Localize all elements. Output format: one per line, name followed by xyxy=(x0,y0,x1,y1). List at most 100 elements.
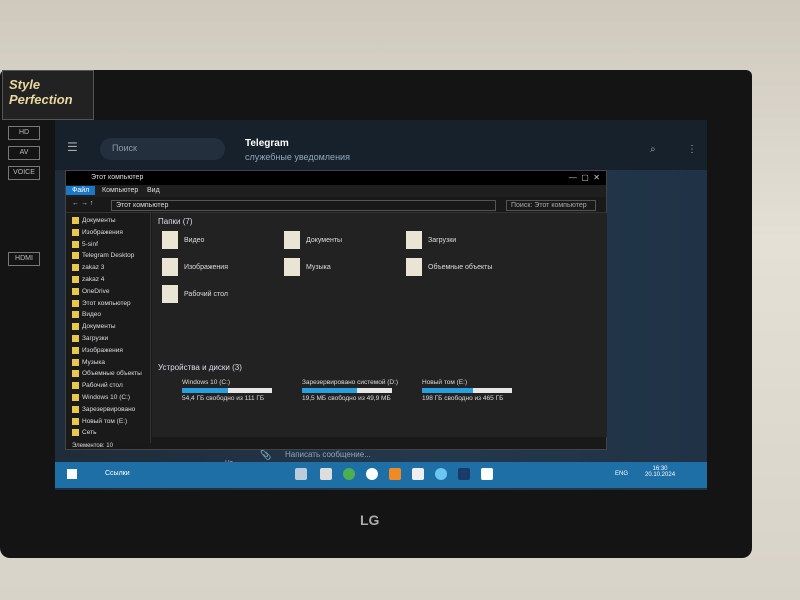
telegram-header: ☰ Поиск Telegram служебные уведомления ⌕… xyxy=(55,120,707,170)
nav-item[interactable]: Документы xyxy=(72,217,116,224)
navigation-pane: Документы Изображения 5-sinf Telegram Deskt… xyxy=(66,213,151,443)
search-icon[interactable]: ⌕ xyxy=(650,144,656,155)
drive-usage-bar xyxy=(302,388,392,393)
nav-item[interactable]: Музыка xyxy=(72,358,105,366)
drive-usage-bar xyxy=(422,388,512,393)
folder-icon xyxy=(72,287,79,295)
taskbar: Ссылки ENG 16:30 20.10.2024 xyxy=(55,462,707,488)
tab-file[interactable]: Файл xyxy=(66,186,96,195)
folder-icon xyxy=(72,323,79,331)
nav-item[interactable]: Изображения xyxy=(72,228,123,236)
nav-item[interactable]: zakaz 3 xyxy=(72,264,104,271)
folder-icon xyxy=(72,240,79,248)
folder-icon xyxy=(72,276,79,283)
badge: HD xyxy=(8,126,40,140)
address-bar-row: ← → ↑ Этот компьютер Поиск: Этот компьют… xyxy=(66,197,606,213)
nav-item[interactable]: Windows 10 (C:) xyxy=(72,394,130,401)
folder-icon xyxy=(72,405,79,413)
folder-icon xyxy=(72,264,79,272)
explorer-search[interactable]: Поиск: Этот компьютер xyxy=(506,200,596,211)
nav-item[interactable]: Telegram Desktop xyxy=(72,252,134,260)
folder-icon xyxy=(406,258,422,276)
chat-title: Telegram xyxy=(245,138,289,149)
window-controls[interactable]: — ▢ ✕ xyxy=(569,173,600,182)
folder-item[interactable]: Объемные объекты xyxy=(406,258,492,276)
drive-item[interactable]: Windows 10 (C:) 54,4 ГБ свободно из 111 Г… xyxy=(182,379,272,402)
folder-icon xyxy=(162,231,178,249)
folder-item[interactable]: Изображения xyxy=(162,258,228,276)
folder-icon xyxy=(406,231,422,249)
folder-icon xyxy=(72,394,79,401)
window-title: Этот компьютер xyxy=(66,171,606,185)
drive-item[interactable]: Новый том (E:) 198 ГБ свободно из 465 ГБ xyxy=(422,379,512,402)
nav-item[interactable]: OneDrive xyxy=(72,287,109,295)
taskbar-search[interactable]: Ссылки xyxy=(105,470,130,477)
menu-icon[interactable]: ☰ xyxy=(67,140,78,154)
nav-item[interactable]: Изображения xyxy=(72,346,123,354)
folder-item[interactable]: Документы xyxy=(284,231,342,249)
ribbon: Файл Компьютер Вид xyxy=(66,185,606,197)
back-forward-icons[interactable]: ← → ↑ xyxy=(72,200,93,207)
folder-icon xyxy=(72,252,79,260)
nav-item[interactable]: Сеть xyxy=(72,429,96,437)
folder-icon xyxy=(162,285,178,303)
lang-indicator[interactable]: ENG xyxy=(615,471,628,477)
folder-icon xyxy=(72,382,79,390)
nav-item[interactable]: Зарезервировано xyxy=(72,405,135,413)
folder-icon xyxy=(162,258,178,276)
nav-item[interactable]: zakaz 4 xyxy=(72,276,104,283)
drive-usage-bar xyxy=(182,388,272,393)
store-icon[interactable] xyxy=(320,468,332,480)
file-explorer-icon[interactable] xyxy=(295,468,307,480)
folder-icon xyxy=(72,335,79,342)
attach-icon[interactable]: 📎 xyxy=(260,450,271,461)
folder-icon xyxy=(72,346,79,354)
message-input[interactable]: Написать сообщение... xyxy=(285,450,371,459)
style-perfection-sticker: Style Perfection xyxy=(2,70,94,120)
app-icon[interactable] xyxy=(412,468,424,480)
more-icon[interactable]: ⋮ xyxy=(687,144,697,155)
drives-header: Устройства и диски (3) xyxy=(158,363,242,372)
clock[interactable]: 16:30 20.10.2024 xyxy=(645,466,675,478)
badge: VOICE xyxy=(8,166,40,180)
chrome-icon[interactable] xyxy=(343,468,355,480)
folder-icon xyxy=(72,417,79,425)
nav-item[interactable]: 5-sinf xyxy=(72,240,98,248)
badge: HDMI xyxy=(8,252,40,266)
nav-item[interactable]: Рабочий стол xyxy=(72,382,123,389)
folder-item[interactable]: Загрузки xyxy=(406,231,456,249)
address-bar[interactable]: Этот компьютер xyxy=(111,200,496,211)
app-icon[interactable] xyxy=(389,468,401,480)
document-icon[interactable] xyxy=(481,468,493,480)
file-explorer-window: Этот компьютер — ▢ ✕ Файл Компьютер Вид … xyxy=(65,170,607,450)
lg-logo: LG xyxy=(360,512,380,528)
folders-header: Папки (7) xyxy=(158,217,193,226)
folder-icon xyxy=(284,231,300,249)
folder-icon xyxy=(72,299,79,307)
folder-icon xyxy=(72,228,79,236)
folder-item[interactable]: Музыка xyxy=(284,258,331,276)
folder-icon xyxy=(72,311,79,319)
screen: ☰ Поиск Telegram служебные уведомления ⌕… xyxy=(55,120,707,490)
chat-subtitle: служебные уведомления xyxy=(245,152,350,162)
yandex-icon[interactable] xyxy=(366,468,378,480)
badge: AV xyxy=(8,146,40,160)
tab-view[interactable]: Вид xyxy=(141,186,166,195)
windows-start-icon[interactable] xyxy=(67,469,77,479)
telegram-icon[interactable] xyxy=(435,468,447,480)
nav-item[interactable]: Загрузки xyxy=(72,335,108,342)
nav-item[interactable]: Новый том (E:) xyxy=(72,417,127,425)
drive-item[interactable]: Зарезервировано системой (D:) 19,5 МБ сво… xyxy=(302,379,398,402)
search-input[interactable]: Поиск xyxy=(100,138,225,160)
folder-item[interactable]: Рабочий стол xyxy=(162,285,228,303)
folder-icon xyxy=(284,258,300,276)
nav-item[interactable]: Документы xyxy=(72,323,116,330)
folder-icon xyxy=(72,358,79,366)
photoshop-icon[interactable] xyxy=(458,468,470,480)
nav-item[interactable]: Объемные объекты xyxy=(72,370,142,378)
nav-item[interactable]: Видео xyxy=(72,311,101,319)
nav-item[interactable]: Этот компьютер xyxy=(72,299,131,307)
folder-item[interactable]: Видео xyxy=(162,231,204,249)
tab-computer[interactable]: Компьютер xyxy=(96,186,144,195)
folder-icon xyxy=(72,370,79,378)
